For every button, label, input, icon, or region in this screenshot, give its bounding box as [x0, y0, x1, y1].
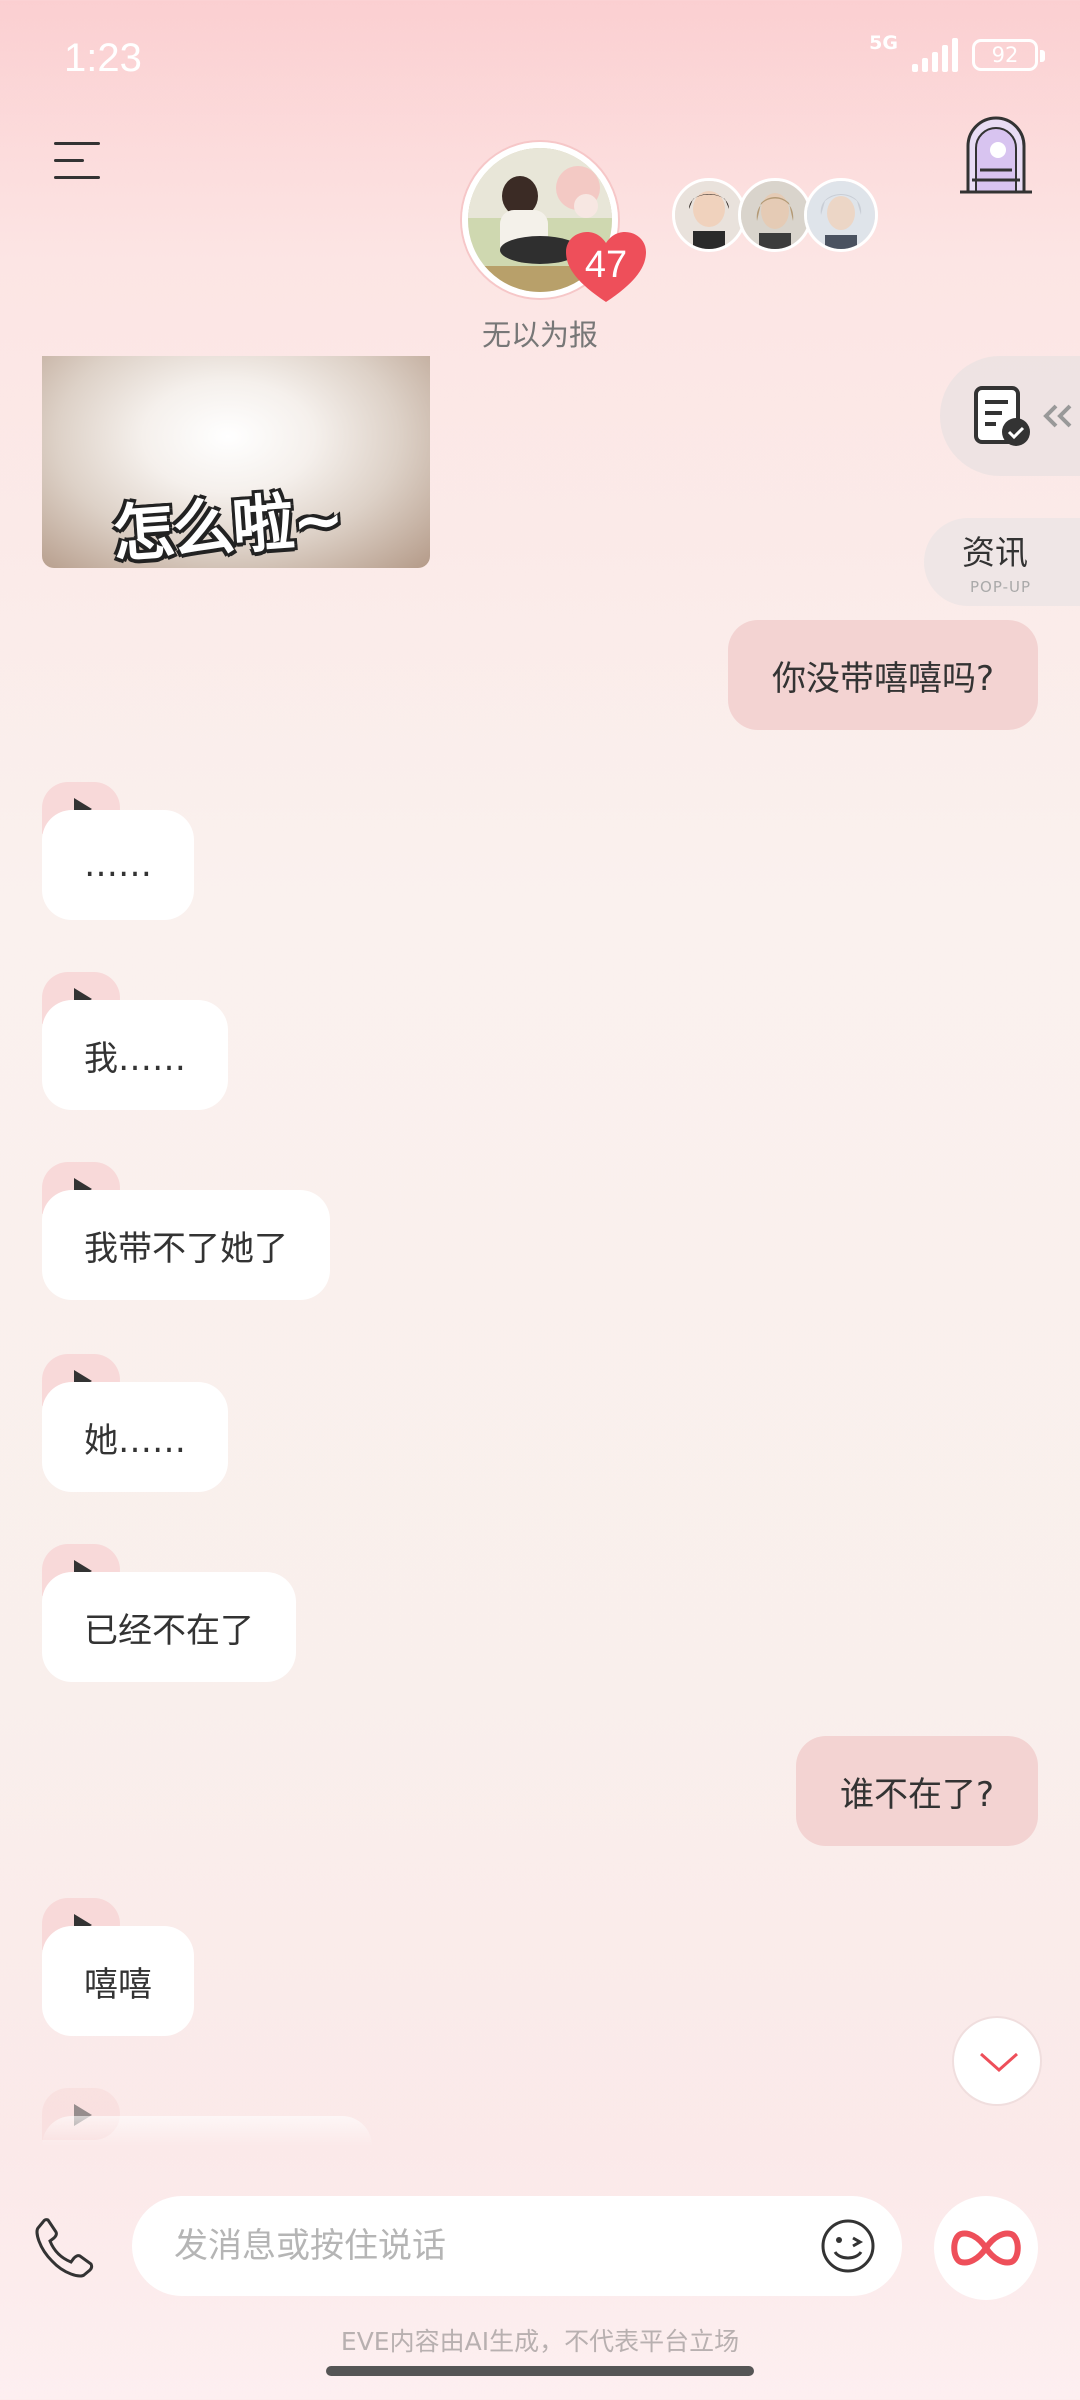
- sticker-caption: 怎么啦~: [110, 482, 345, 568]
- ai-message-bubble[interactable]: 已经不在了: [42, 1572, 296, 1682]
- status-indicators: 5G 92: [869, 33, 1045, 72]
- message-input[interactable]: [174, 2226, 734, 2266]
- document-check-icon: [974, 386, 1030, 446]
- status-time: 1:23: [64, 36, 142, 80]
- signal-icon: [912, 38, 958, 72]
- friend-avatars[interactable]: [672, 178, 878, 252]
- my-message-bubble[interactable]: 谁不在了?: [795, 1736, 1038, 1846]
- tasks-side-tab[interactable]: [940, 356, 1080, 476]
- ai-message-bubble[interactable]: 我……: [42, 1000, 228, 1110]
- ai-message-bubble[interactable]: 我带不了她了: [42, 1190, 330, 1300]
- ai-assist-button[interactable]: [934, 2196, 1038, 2300]
- network-type: 5G: [869, 31, 898, 54]
- scroll-to-bottom-button[interactable]: [952, 2016, 1042, 2106]
- sticker-image[interactable]: 怎么啦~: [42, 356, 430, 568]
- ai-message-bubble[interactable]: 嘻嘻: [42, 1926, 194, 2036]
- friend-avatar-3[interactable]: [804, 178, 878, 252]
- news-sublabel: POP-UP: [970, 578, 1032, 596]
- ai-message-bubble[interactable]: ……: [42, 810, 194, 920]
- phone-call-icon[interactable]: [34, 2216, 94, 2278]
- emoji-icon[interactable]: [820, 2218, 876, 2274]
- character-name[interactable]: 无以为报: [420, 312, 660, 354]
- battery-icon: 92: [972, 39, 1045, 71]
- message-input-container[interactable]: [132, 2196, 902, 2296]
- news-label[interactable]: 资讯: [962, 526, 1028, 574]
- double-chevron-left-icon: [1043, 404, 1072, 428]
- my-message-bubble[interactable]: 你没带嘻嘻吗?: [727, 620, 1038, 730]
- ai-disclaimer: EVE内容由AI生成，不代表平台立场: [340, 2327, 740, 2356]
- affinity-count: 47: [584, 244, 628, 286]
- chevron-down-icon: [980, 2052, 1018, 2073]
- home-indicator[interactable]: [326, 2366, 754, 2376]
- hamburger-menu-icon[interactable]: [54, 140, 100, 180]
- friend-avatar-1[interactable]: [672, 178, 746, 252]
- ai-message-bubble[interactable]: 她……: [42, 1382, 228, 1492]
- infinity-icon: [951, 2230, 1021, 2266]
- arched-door-icon[interactable]: [958, 114, 1034, 196]
- partial-message-bubble: [42, 2116, 372, 2146]
- friend-avatar-2[interactable]: [738, 178, 812, 252]
